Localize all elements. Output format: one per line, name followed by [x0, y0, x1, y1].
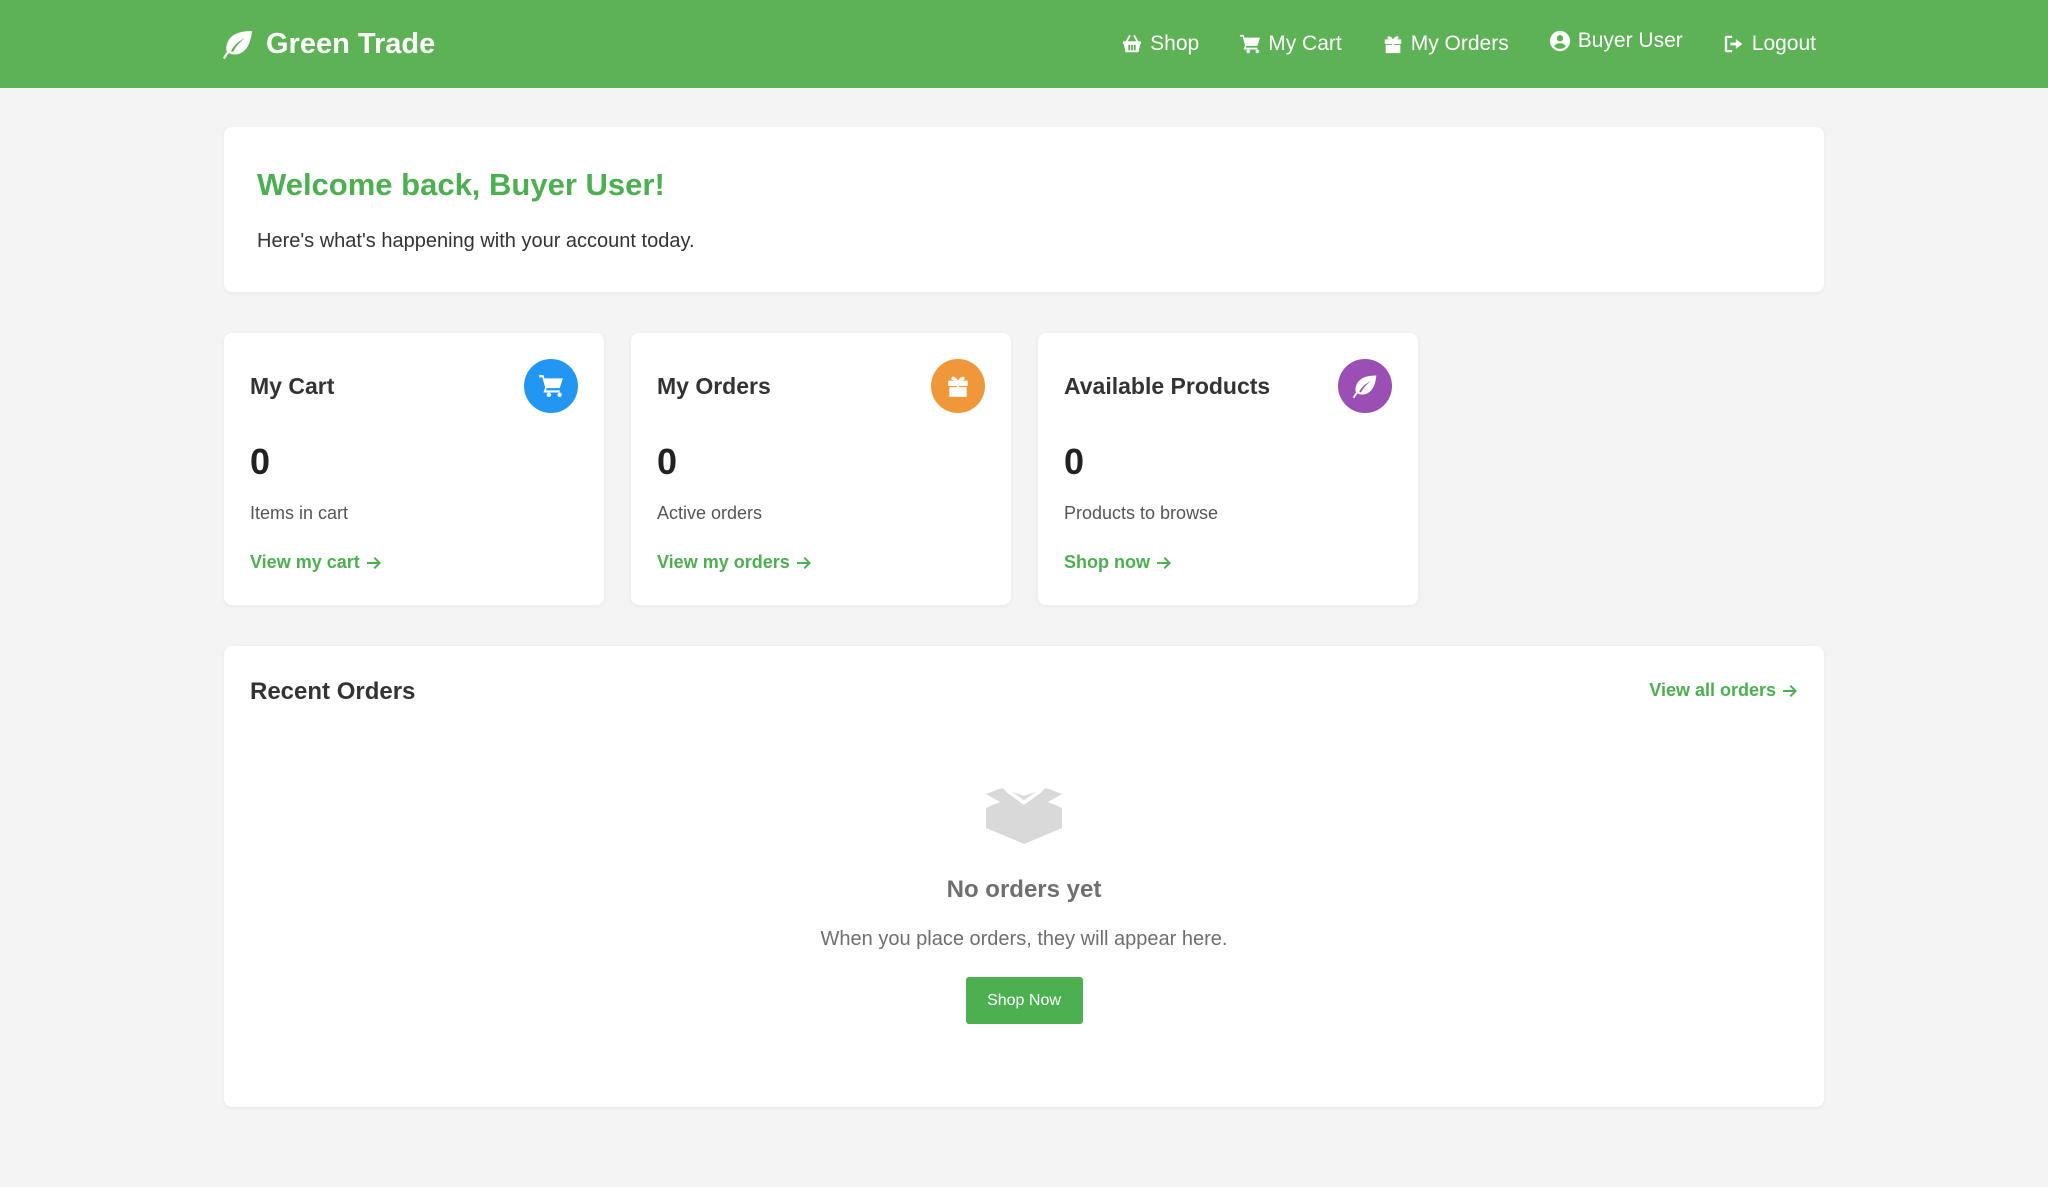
cart-icon [1240, 34, 1261, 54]
leaf-icon [1352, 375, 1377, 399]
stat-title: My Orders [657, 373, 771, 399]
stat-icon-badge [524, 359, 578, 413]
view-orders-link[interactable]: View my orders [657, 552, 812, 573]
recent-orders-title: Recent Orders [250, 678, 416, 705]
stat-value: 0 [1064, 441, 1085, 482]
stat-card-orders: My Orders 0 Active orders View my orders [631, 333, 1011, 605]
nav-links: Shop My Cart My Orders Buyer User Logout [1081, 0, 1816, 88]
nav-user[interactable]: Buyer User [1549, 29, 1683, 53]
nav-logout-label: Logout [1751, 32, 1816, 55]
view-all-orders-link[interactable]: View all orders [1649, 680, 1798, 701]
stat-value: 0 [657, 441, 678, 482]
brand-name: Green Trade [266, 27, 436, 60]
nav-logout[interactable]: Logout [1723, 32, 1816, 56]
view-cart-label: View my cart [250, 552, 360, 572]
nav-cart[interactable]: My Cart [1239, 32, 1342, 56]
view-all-orders-label: View all orders [1649, 680, 1776, 700]
basket-icon [1123, 34, 1142, 53]
nav-orders[interactable]: My Orders [1382, 32, 1509, 56]
leaf-icon [223, 31, 252, 59]
stat-icon-badge [931, 359, 985, 413]
shop-now-label: Shop now [1064, 552, 1150, 572]
stat-title: Available Products [1064, 373, 1271, 399]
gift-icon [948, 376, 968, 397]
view-orders-label: View my orders [657, 552, 790, 572]
stat-title: My Cart [250, 373, 335, 399]
user-circle-icon [1549, 30, 1570, 52]
empty-state: No orders yet When you place orders, the… [224, 786, 1824, 1024]
nav-orders-label: My Orders [1410, 32, 1509, 55]
arrow-right-icon [1783, 684, 1797, 697]
view-cart-link[interactable]: View my cart [250, 552, 382, 573]
arrow-right-icon [366, 556, 381, 569]
welcome-card: Welcome back, Buyer User! Here's what's … [224, 127, 1824, 292]
nav-cart-label: My Cart [1268, 32, 1342, 55]
shop-now-link[interactable]: Shop now [1064, 552, 1172, 573]
shop-now-button[interactable]: Shop Now [965, 977, 1083, 1024]
stat-icon-badge [1338, 359, 1392, 413]
nav-user-label: Buyer User [1577, 29, 1683, 52]
nav-shop-label: Shop [1150, 32, 1200, 55]
stat-desc: Products to browse [1064, 503, 1219, 523]
recent-orders-card: Recent Orders View all orders No orders … [224, 646, 1824, 1107]
arrow-right-icon [1156, 556, 1171, 569]
gift-icon [1384, 36, 1401, 54]
arrow-right-icon [796, 556, 811, 569]
stat-card-products: Available Products 0 Products to browse … [1038, 333, 1418, 605]
cart-icon [539, 375, 563, 397]
stat-value: 0 [250, 441, 271, 482]
open-box-icon [986, 787, 1062, 844]
stat-desc: Items in cart [250, 503, 349, 523]
logout-icon [1724, 35, 1743, 53]
stat-desc: Active orders [657, 503, 763, 523]
welcome-title: Welcome back, Buyer User! [257, 167, 665, 202]
stat-card-cart: My Cart 0 Items in cart View my cart [224, 333, 604, 605]
navbar: Green Trade Shop My Cart My Orders Buyer… [0, 0, 2048, 88]
welcome-subtitle: Here's what's happening with your accoun… [257, 230, 695, 252]
brand-link[interactable]: Green Trade [222, 0, 435, 88]
empty-text: When you place orders, they will appear … [820, 928, 1228, 950]
empty-title: No orders yet [946, 876, 1102, 903]
nav-shop[interactable]: Shop [1121, 32, 1199, 56]
